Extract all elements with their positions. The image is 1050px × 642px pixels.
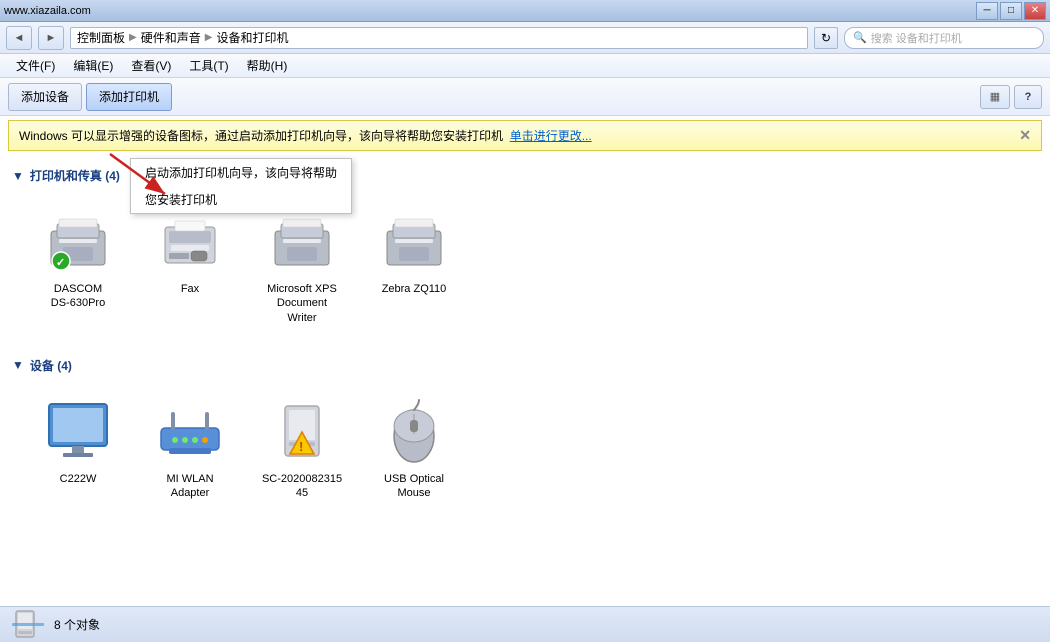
status-bar: 8 个对象 [0, 606, 1050, 642]
svg-text:!: ! [299, 439, 303, 454]
printer-fax-icon [154, 206, 226, 278]
tooltip-menu-item-2[interactable]: 您安装打印机 [131, 186, 351, 213]
device-scanner-label: SC-202008231545 [262, 472, 342, 501]
fax-svg [155, 209, 225, 275]
notification-text: Windows 可以显示增强的设备图标，通过启动添加打印机向导，该向导将帮助您安… [19, 127, 592, 144]
device-mouse-label: USB OpticalMouse [384, 472, 444, 501]
router-svg [155, 398, 225, 466]
menu-file[interactable]: 文件(F) [8, 55, 63, 76]
printer-fax[interactable]: Fax [140, 200, 240, 331]
printer-zebra-label: Zebra ZQ110 [382, 282, 447, 296]
menu-help[interactable]: 帮助(H) [239, 55, 296, 76]
status-scanner-icon [12, 609, 44, 641]
xps-svg [267, 209, 337, 275]
forward-button[interactable]: ► [38, 26, 64, 50]
path-item-2: 硬件和声音 [141, 29, 201, 46]
device-monitor[interactable]: C222W [28, 390, 128, 507]
menu-tools[interactable]: 工具(T) [181, 55, 236, 76]
device-scanner-icon: ! [266, 396, 338, 468]
minimize-button[interactable]: ─ [976, 2, 998, 20]
search-placeholder: 搜索 设备和打印机 [871, 30, 962, 46]
add-printer-button[interactable]: 添加打印机 [86, 83, 172, 111]
path-sep-1: ▶ [129, 32, 137, 43]
devices-grid: C222W [12, 384, 1038, 523]
address-bar: ◄ ► 控制面板 ▶ 硬件和声音 ▶ 设备和打印机 ↻ 🔍 搜索 设备和打印机 [0, 22, 1050, 54]
back-button[interactable]: ◄ [6, 26, 32, 50]
menu-view[interactable]: 查看(V) [123, 55, 179, 76]
toolbar: 添加设备 添加打印机 ▦ ? [0, 78, 1050, 116]
device-router-icon [154, 396, 226, 468]
zebra-svg [379, 209, 449, 275]
svg-text:✓: ✓ [56, 257, 65, 269]
devices-collapse-arrow[interactable]: ▼ [12, 358, 24, 372]
notification-bar: Windows 可以显示增强的设备图标，通过启动添加打印机向导，该向导将帮助您安… [8, 120, 1042, 151]
devices-section-title: 设备 (4) [30, 357, 72, 374]
device-scanner[interactable]: ! SC-202008231545 [252, 390, 352, 507]
search-icon: 🔍 [853, 31, 867, 44]
device-mouse-icon [378, 396, 450, 468]
printers-section-title: 打印机和传真 (4) [30, 167, 120, 184]
scanner-warning-svg: ! [267, 398, 337, 466]
forward-icon: ► [46, 32, 57, 44]
path-item-1: 控制面板 [77, 29, 125, 46]
printer-zebra-icon [378, 206, 450, 278]
path-item-3: 设备和打印机 [216, 29, 288, 46]
title-bar: www.xiazaila.com ─ □ ✕ [0, 0, 1050, 22]
search-box[interactable]: 🔍 搜索 设备和打印机 [844, 27, 1044, 49]
devices-section-header: ▼ 设备 (4) [12, 357, 1038, 374]
window-controls: ─ □ ✕ [976, 2, 1046, 20]
printer-xps-label: Microsoft XPSDocumentWriter [267, 282, 337, 325]
main-content: ▼ 打印机和传真 (4) ✓ [0, 155, 1050, 606]
refresh-icon: ↻ [821, 31, 831, 45]
notification-link[interactable]: 单击进行更改... [510, 129, 592, 143]
mouse-svg [379, 398, 449, 466]
close-button[interactable]: ✕ [1024, 2, 1046, 20]
help-button[interactable]: ? [1014, 85, 1042, 109]
printer-fax-label: Fax [181, 282, 199, 296]
monitor-svg [43, 398, 113, 466]
printers-grid: ✓ DASCOMDS-630Pro [12, 194, 1038, 347]
device-monitor-icon [42, 396, 114, 468]
view-icon: ▦ [990, 90, 1000, 103]
device-monitor-label: C222W [60, 472, 97, 486]
status-count-text: 8 个对象 [54, 616, 100, 633]
window-title: www.xiazaila.com [4, 5, 91, 17]
device-mouse[interactable]: USB OpticalMouse [364, 390, 464, 507]
view-toggle-button[interactable]: ▦ [980, 85, 1010, 109]
menu-bar: 文件(F) 编辑(E) 查看(V) 工具(T) 帮助(H) [0, 54, 1050, 78]
tooltip-menu-item-1[interactable]: 启动添加打印机向导，该向导将帮助 [131, 159, 351, 186]
add-device-button[interactable]: 添加设备 [8, 83, 82, 111]
printer-dascom-svg: ✓ [43, 209, 113, 275]
help-icon: ? [1025, 91, 1032, 103]
printers-collapse-arrow[interactable]: ▼ [12, 169, 24, 183]
printer-zebra[interactable]: Zebra ZQ110 [364, 200, 464, 331]
tooltip-menu: 启动添加打印机向导，该向导将帮助 您安装打印机 [130, 158, 352, 214]
printer-dascom[interactable]: ✓ DASCOMDS-630Pro [28, 200, 128, 331]
device-router-label: MI WLANAdapter [166, 472, 213, 501]
printer-xps[interactable]: Microsoft XPSDocumentWriter [252, 200, 352, 331]
refresh-button[interactable]: ↻ [814, 27, 838, 49]
address-path[interactable]: 控制面板 ▶ 硬件和声音 ▶ 设备和打印机 [70, 27, 808, 49]
printer-dascom-label: DASCOMDS-630Pro [51, 282, 105, 311]
back-icon: ◄ [14, 32, 25, 44]
notification-close-button[interactable]: ✕ [1019, 127, 1031, 144]
printer-xps-icon [266, 206, 338, 278]
menu-edit[interactable]: 编辑(E) [65, 55, 121, 76]
device-router[interactable]: MI WLANAdapter [140, 390, 240, 507]
printer-dascom-icon: ✓ [42, 206, 114, 278]
path-sep-2: ▶ [205, 32, 213, 43]
maximize-button[interactable]: □ [1000, 2, 1022, 20]
